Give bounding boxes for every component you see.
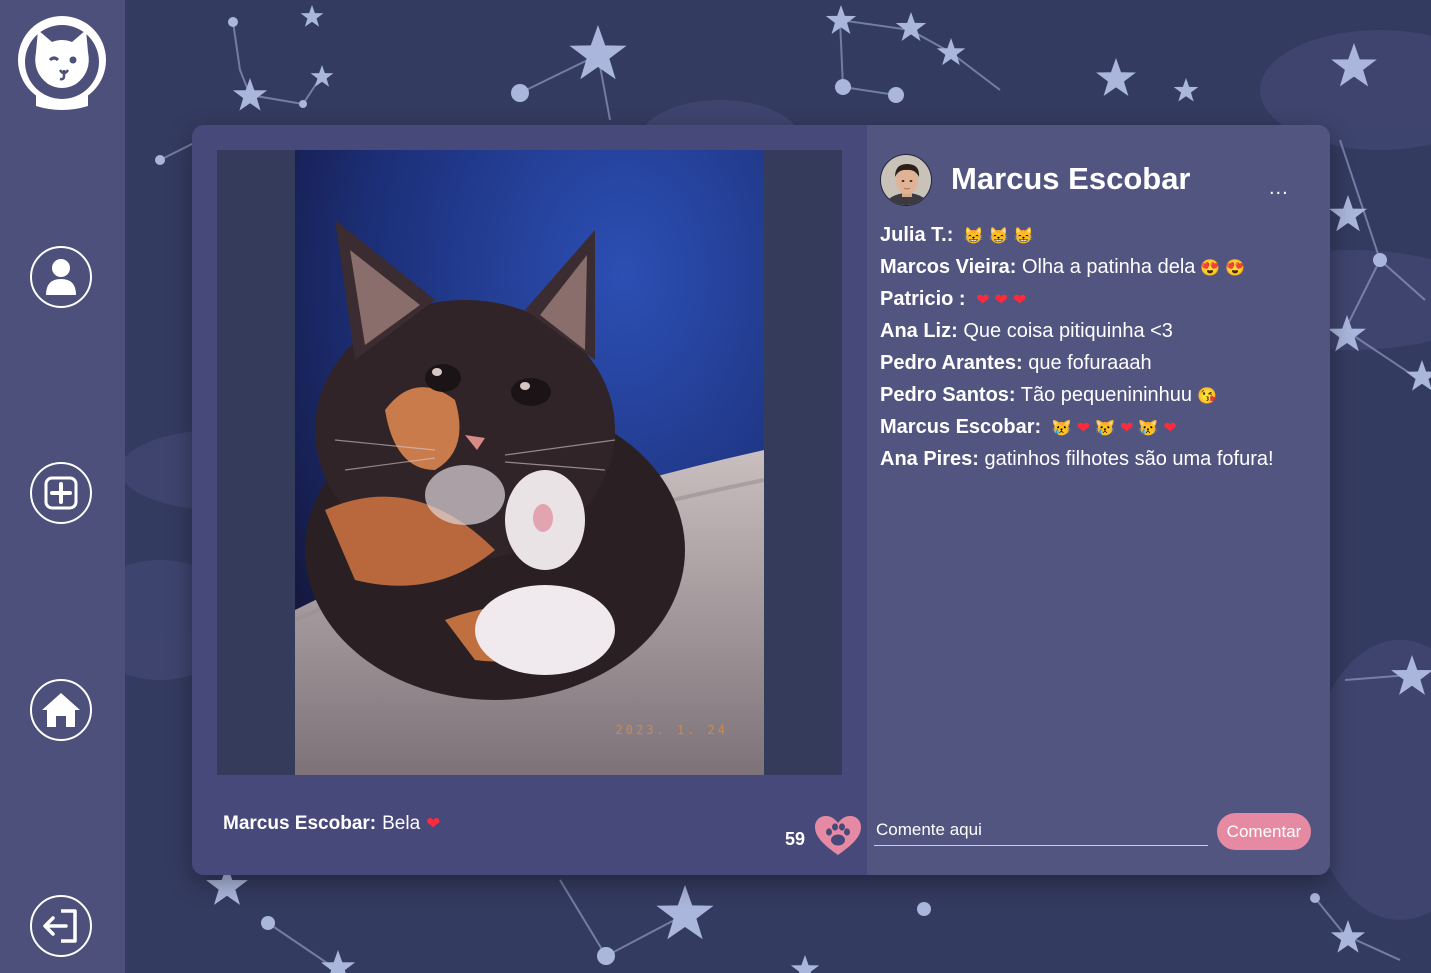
comment-item: Patricio : ❤ ❤ ❤ [880,284,1320,316]
cat-emoji: 😸 [988,228,1009,245]
comment-submit-button[interactable]: Comentar [1217,813,1311,850]
caption-text: Bela [382,813,421,834]
comment-item: Pedro Santos: Tão pequenininhuu 😘 [880,380,1320,412]
logout-button[interactable] [30,895,92,957]
comment-text: Tão pequenininhuu [1020,384,1193,406]
cat-emoji: 😸 [1013,228,1034,245]
comment-author[interactable]: Pedro Arantes: [880,352,1023,374]
comments-list: Julia T.: 😸 😸 😸 Marcos Vieira: Olha a patin… [880,220,1320,476]
photo-frame: 2023. 1. 24 [217,150,842,775]
post-photo[interactable]: 2023. 1. 24 [295,150,764,775]
comment-author[interactable]: Marcos Vieira: [880,256,1016,278]
comment-text: Olha a patinha dela [1021,256,1196,278]
cat-emoji: 😸 [963,228,984,245]
comment-item: Pedro Arantes: que fofuraaah [880,348,1320,380]
heart-emoji: ❤ [1163,420,1177,437]
new-post-button[interactable] [30,462,92,524]
heart-emoji: ❤ [426,814,441,833]
comment-item: Ana Pires: gatinhos filhotes são uma fof… [880,444,1320,476]
comment-author[interactable]: Pedro Santos: [880,384,1016,406]
heart-emoji: ❤ [976,292,990,309]
comment-author[interactable]: Patricio : [880,288,966,310]
comment-text: que fofuraaah [1028,352,1152,374]
logout-icon [43,909,77,943]
post-card: 2023. 1. 24 Marcus Escobar: Bela ❤ 59 Ma… [192,125,1330,875]
comment-item: Marcos Vieira: Olha a patinha dela 😍 😍 [880,252,1320,284]
paw-heart-like-button[interactable] [814,815,862,857]
comment-author[interactable]: Julia T.: [880,224,953,246]
caption-author: Marcus Escobar: [223,813,377,834]
avatar-photo [881,155,931,205]
sidebar [0,0,125,973]
profile-button[interactable] [30,246,92,308]
home-button[interactable] [30,679,92,741]
more-options-button[interactable]: ... [1269,177,1289,200]
heart-emoji: ❤ [994,292,1008,309]
user-icon [46,259,76,295]
post-media-panel: 2023. 1. 24 Marcus Escobar: Bela ❤ 59 [192,125,867,875]
face-emoji: 😍 [1225,260,1246,277]
comment-input[interactable] [874,815,1208,846]
comment-text: gatinhos filhotes são uma fofura! [984,448,1274,470]
heart-emoji: ❤ [1119,420,1134,437]
comment-item: Marcus Escobar: 😿 ❤ 😿 ❤ 😿 ❤ [880,412,1320,444]
post-caption: Marcus Escobar: Bela ❤ [223,813,440,835]
cat-emoji: 😿 [1051,420,1072,437]
cat-emoji: 😿 [1138,420,1159,437]
post-author-name[interactable]: Marcus Escobar [951,161,1191,197]
comment-author[interactable]: Marcus Escobar: [880,416,1041,438]
photo-date-stamp: 2023. 1. 24 [615,723,728,737]
kitten-photo-illustration [295,150,764,775]
comment-author[interactable]: Ana Liz: [880,320,958,342]
cat-emoji: 😿 [1095,420,1115,437]
face-emoji: 😘 [1197,388,1217,405]
comment-author[interactable]: Ana Pires: [880,448,979,470]
post-comments-panel: Marcus Escobar ... Julia T.: 😸 😸 😸 Marcos V… [867,125,1330,875]
comment-text: Que coisa pitiquinha <3 [963,320,1173,342]
like-count: 59 [785,829,806,849]
heart-emoji: ❤ [1076,420,1091,437]
heart-emoji: ❤ [1012,292,1027,309]
home-icon [42,693,80,727]
comment-item: Julia T.: 😸 😸 😸 [880,220,1320,252]
comment-item: Ana Liz: Que coisa pitiquinha <3 [880,316,1320,348]
author-avatar[interactable] [880,154,932,206]
face-emoji: 😍 [1200,260,1221,277]
astronaut-cat-logo[interactable] [16,10,108,112]
plus-square-icon [44,476,78,510]
